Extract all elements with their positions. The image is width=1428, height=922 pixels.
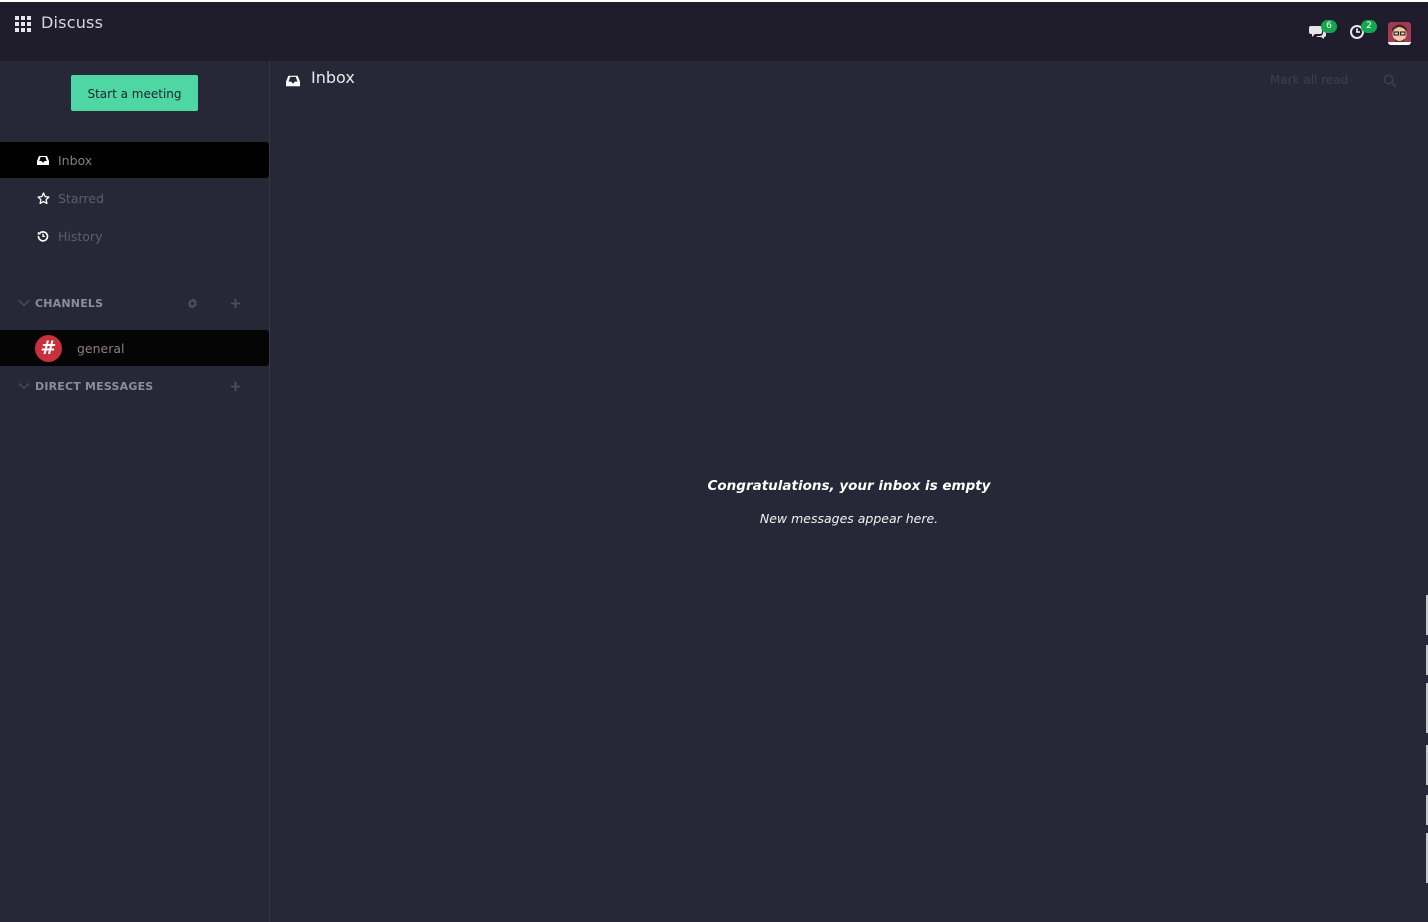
- plus-icon: [230, 381, 240, 391]
- inbox-icon: [36, 153, 50, 167]
- messages-menu-button[interactable]: 6: [1309, 20, 1337, 44]
- sidebar-item-label: Starred: [58, 190, 104, 206]
- thread-view: Inbox Mark all read Congratulations, you…: [270, 61, 1428, 922]
- app-menu-button[interactable]: [14, 15, 32, 33]
- user-avatar-image: [1388, 22, 1411, 45]
- thread-title: Inbox: [311, 68, 355, 87]
- channel-settings-button[interactable]: [185, 296, 199, 310]
- plus-icon: [230, 298, 240, 308]
- activities-count-badge: 2: [1361, 20, 1377, 33]
- user-avatar[interactable]: [1388, 22, 1411, 45]
- channel-avatar: #: [35, 334, 62, 362]
- direct-messages-section-header: DIRECT MESSAGES: [0, 375, 269, 397]
- channels-section-title[interactable]: CHANNELS: [35, 297, 103, 310]
- inbox-icon: [286, 75, 300, 87]
- sidebar-item-inbox[interactable]: Inbox: [0, 142, 269, 178]
- empty-inbox-subtitle: New messages appear here.: [759, 511, 939, 526]
- discuss-sidebar: Start a meeting Inbox Starred History CH…: [0, 61, 270, 922]
- star-icon: [36, 191, 50, 205]
- search-icon: [1383, 74, 1397, 88]
- sidebar-item-starred[interactable]: Starred: [0, 180, 269, 216]
- add-channel-button[interactable]: [228, 296, 242, 310]
- activities-menu-button[interactable]: 2: [1349, 20, 1377, 44]
- sidebar-item-label: Inbox: [58, 152, 93, 168]
- search-button[interactable]: [1383, 73, 1397, 88]
- history-icon: [36, 229, 50, 243]
- grid-apps-icon: [15, 16, 31, 32]
- sidebar-item-label: History: [58, 228, 103, 244]
- start-meeting-button[interactable]: Start a meeting: [71, 75, 198, 111]
- chevron-down-icon[interactable]: [18, 297, 30, 309]
- channel-name: general: [77, 340, 125, 356]
- messages-count-badge: 6: [1321, 20, 1337, 33]
- direct-messages-section-title[interactable]: DIRECT MESSAGES: [35, 380, 153, 393]
- sidebar-item-history[interactable]: History: [0, 218, 269, 254]
- mark-all-read-button[interactable]: Mark all read: [1270, 73, 1348, 87]
- chevron-down-icon[interactable]: [18, 380, 30, 392]
- gear-icon: [187, 297, 197, 309]
- channels-section-header: CHANNELS: [0, 292, 269, 314]
- channel-item-general[interactable]: # general: [0, 330, 269, 366]
- app-title[interactable]: Discuss: [41, 13, 103, 32]
- add-direct-message-button[interactable]: [228, 379, 242, 393]
- empty-inbox-title: Congratulations, your inbox is empty: [707, 478, 991, 494]
- top-navbar: Discuss 6 2: [0, 0, 1428, 61]
